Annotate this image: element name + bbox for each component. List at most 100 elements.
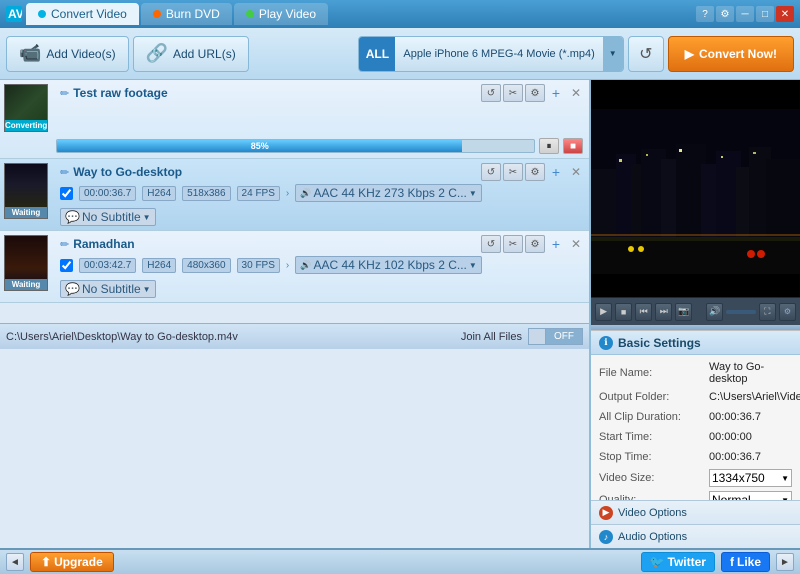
file-resolution-2: 518x386 xyxy=(182,186,230,201)
format-selector[interactable]: ALL Apple iPhone 6 MPEG-4 Movie (*.mp4) … xyxy=(358,36,623,72)
settings-row-start: Start Time: 00:00:00 xyxy=(591,427,800,447)
settings-row-filename: File Name: Way to Go-desktop xyxy=(591,359,800,387)
waiting-badge-3: Waiting xyxy=(5,279,47,290)
file-name-1: Test raw footage xyxy=(73,86,167,100)
refresh-button[interactable]: ↺ xyxy=(628,36,664,72)
file-add-btn-3[interactable]: + xyxy=(547,235,565,253)
settings-row-stop: Stop Time: 00:00:36.7 xyxy=(591,447,800,467)
prev-frame-button[interactable]: ⏮ xyxy=(635,303,652,321)
file-checkbox-2[interactable] xyxy=(60,187,73,200)
maximize-button[interactable]: □ xyxy=(756,6,774,22)
upgrade-button[interactable]: ⬆ Upgrade xyxy=(30,552,114,572)
pencil-icon-1: ✏ xyxy=(60,87,69,100)
twitter-button[interactable]: 🐦 Twitter xyxy=(641,552,715,572)
add-video-button[interactable]: 📹 Add Video(s) xyxy=(6,36,129,72)
tab-convert-video[interactable]: Convert Video xyxy=(26,3,139,25)
twitter-label: Twitter xyxy=(668,555,706,569)
video-options-icon: ▶ xyxy=(599,506,613,520)
next-frame-button[interactable]: ⏭ xyxy=(655,303,672,321)
facebook-like-button[interactable]: f Like xyxy=(721,552,770,572)
progress-row-1: 85% ⏸ ■ xyxy=(0,136,589,158)
settings-title: Basic Settings xyxy=(618,336,701,350)
file-audio-3[interactable]: 🔊 AAC 44 KHz 102 Kbps 2 C... ▼ xyxy=(295,256,482,274)
screenshot-button[interactable]: 📷 xyxy=(675,303,692,321)
upgrade-label: Upgrade xyxy=(54,555,103,569)
file-codec-2: H264 xyxy=(142,186,176,201)
join-label: Join All Files xyxy=(461,331,522,343)
tab-play-video[interactable]: Play Video xyxy=(234,3,328,25)
video-preview xyxy=(591,80,800,297)
file-add-btn-2[interactable]: + xyxy=(547,163,565,181)
settings-select-quality[interactable]: Normal ▼ xyxy=(709,491,792,500)
file-cut-btn-3[interactable]: ✂ xyxy=(503,235,523,253)
help-button[interactable]: ? xyxy=(696,6,714,22)
file-checkbox-3[interactable] xyxy=(60,259,73,272)
file-reload-btn-1[interactable]: ↺ xyxy=(481,84,501,102)
file-config-btn-1[interactable]: ⚙ xyxy=(525,84,545,102)
window-controls: ? ⚙ ─ □ ✕ xyxy=(696,6,794,22)
settings-value-stop: 00:00:36.7 xyxy=(709,451,792,463)
close-button[interactable]: ✕ xyxy=(776,6,794,22)
file-config-btn-3[interactable]: ⚙ xyxy=(525,235,545,253)
settings-preview-button[interactable]: ⚙ xyxy=(779,303,796,321)
video-preview-image xyxy=(591,109,800,269)
tab-burn-dvd[interactable]: Burn DVD xyxy=(141,3,232,25)
bottom-bar: C:\Users\Ariel\Desktop\Way to Go-desktop… xyxy=(0,323,589,349)
pencil-icon-2: ✏ xyxy=(60,166,69,179)
settings-value-duration: 00:00:36.7 xyxy=(709,411,792,423)
file-add-btn-1[interactable]: + xyxy=(547,84,565,102)
svg-text:AV: AV xyxy=(8,7,22,21)
right-panel: ▶ ■ ⏮ ⏭ 📷 🔊 ⛶ ⚙ ℹ Basic Settings File Na… xyxy=(590,80,800,548)
title-tabs: Convert Video Burn DVD Play Video xyxy=(26,3,328,25)
settings-label-filename: File Name: xyxy=(599,367,709,379)
fullscreen-button[interactable]: ⛶ xyxy=(759,303,776,321)
settings-select-quality-value: Normal xyxy=(712,493,751,500)
audio-options-button[interactable]: ♪ Audio Options xyxy=(591,524,800,548)
tab-convert-label: Convert Video xyxy=(51,7,127,21)
settings-button[interactable]: ⚙ xyxy=(716,6,734,22)
file-subtitle-2[interactable]: 💬 No Subtitle ▼ xyxy=(60,208,156,226)
stop-button-1[interactable]: ■ xyxy=(563,138,583,154)
add-url-button[interactable]: 🔗 Add URL(s) xyxy=(133,36,249,72)
settings-panel: ℹ Basic Settings File Name: Way to Go-de… xyxy=(591,330,800,548)
convert-now-button[interactable]: ▶ Convert Now! xyxy=(668,36,794,72)
nav-back-button[interactable]: ◄ xyxy=(6,553,24,571)
video-options-label: Video Options xyxy=(618,507,687,519)
settings-value-folder: C:\Users\Ariel\Videos\... xyxy=(709,391,800,403)
volume-button[interactable]: 🔊 xyxy=(706,303,723,321)
nav-forward-button[interactable]: ► xyxy=(776,553,794,571)
speaker-icon-3: 🔊 xyxy=(300,260,311,271)
file-thumb-3: Waiting xyxy=(4,235,54,298)
minimize-button[interactable]: ─ xyxy=(736,6,754,22)
settings-select-videosize-value: 1334x750 xyxy=(712,471,765,485)
join-toggle[interactable]: OFF xyxy=(528,328,583,345)
file-reload-btn-3[interactable]: ↺ xyxy=(481,235,501,253)
file-subtitle-3[interactable]: 💬 No Subtitle ▼ xyxy=(60,280,156,298)
play-pause-button[interactable]: ▶ xyxy=(595,303,612,321)
file-fps-3: 30 FPS xyxy=(237,258,280,273)
file-cut-btn-1[interactable]: ✂ xyxy=(503,84,523,102)
subtitle-icon-3: 💬 xyxy=(65,282,80,296)
file-cut-btn-2[interactable]: ✂ xyxy=(503,163,523,181)
video-options-button[interactable]: ▶ Video Options xyxy=(591,500,800,524)
file-duration-2: 00:00:36.7 xyxy=(79,186,136,201)
file-resolution-3: 480x360 xyxy=(182,258,230,273)
file-close-btn-1[interactable]: ✕ xyxy=(567,84,585,102)
file-config-btn-2[interactable]: ⚙ xyxy=(525,163,545,181)
join-off-btn[interactable]: OFF xyxy=(546,328,583,345)
add-url-icon: 🔗 xyxy=(146,43,168,64)
stop-preview-button[interactable]: ■ xyxy=(615,303,632,321)
file-audio-2[interactable]: 🔊 AAC 44 KHz 273 Kbps 2 C... ▼ xyxy=(295,184,482,202)
file-reload-btn-2[interactable]: ↺ xyxy=(481,163,501,181)
file-close-btn-3[interactable]: ✕ xyxy=(567,235,585,253)
settings-value-filename: Way to Go-desktop xyxy=(709,361,792,385)
format-dropdown-arrow[interactable]: ▼ xyxy=(603,36,623,72)
file-close-btn-2[interactable]: ✕ xyxy=(567,163,585,181)
settings-label-stop: Stop Time: xyxy=(599,451,709,463)
settings-select-videosize[interactable]: 1334x750 ▼ xyxy=(709,469,792,487)
file-codec-3: H264 xyxy=(142,258,176,273)
pause-button-1[interactable]: ⏸ xyxy=(539,138,559,154)
format-label: Apple iPhone 6 MPEG-4 Movie (*.mp4) xyxy=(395,48,602,60)
volume-slider[interactable] xyxy=(726,310,755,314)
join-on-btn[interactable] xyxy=(528,328,546,345)
